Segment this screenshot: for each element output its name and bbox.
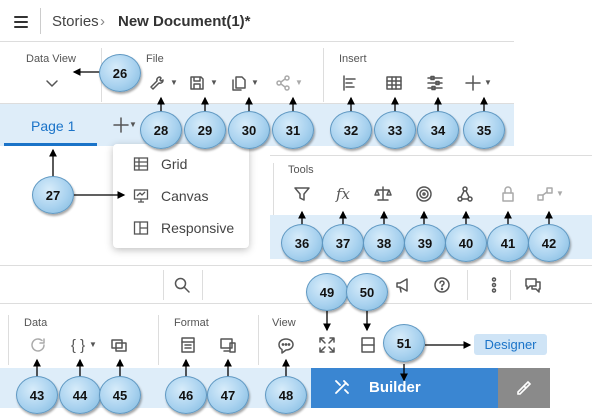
callout-37: 37 xyxy=(322,224,364,262)
callout-30: 30 xyxy=(228,111,270,149)
callout-50: 50 xyxy=(346,273,388,311)
callout-47: 47 xyxy=(207,376,249,414)
callout-27: 27 xyxy=(32,176,74,214)
callout-38: 38 xyxy=(363,224,405,262)
callout-31: 31 xyxy=(272,111,314,149)
callout-26: 26 xyxy=(99,54,141,92)
callout-41: 41 xyxy=(487,224,529,262)
callout-34: 34 xyxy=(417,111,459,149)
callout-28: 28 xyxy=(140,111,182,149)
callout-48: 48 xyxy=(265,376,307,414)
callout-49: 49 xyxy=(306,273,348,311)
callout-39: 39 xyxy=(404,224,446,262)
callout-35: 35 xyxy=(463,111,505,149)
callout-40: 40 xyxy=(445,224,487,262)
callout-33: 33 xyxy=(374,111,416,149)
callout-51: 51 xyxy=(383,324,425,362)
callout-44: 44 xyxy=(59,376,101,414)
callout-29: 29 xyxy=(184,111,226,149)
callout-43: 43 xyxy=(16,376,58,414)
callout-32: 32 xyxy=(330,111,372,149)
callout-arrows xyxy=(33,68,553,382)
callout-46: 46 xyxy=(165,376,207,414)
callout-42: 42 xyxy=(528,224,570,262)
callout-45: 45 xyxy=(99,376,141,414)
callout-36: 36 xyxy=(281,224,323,262)
